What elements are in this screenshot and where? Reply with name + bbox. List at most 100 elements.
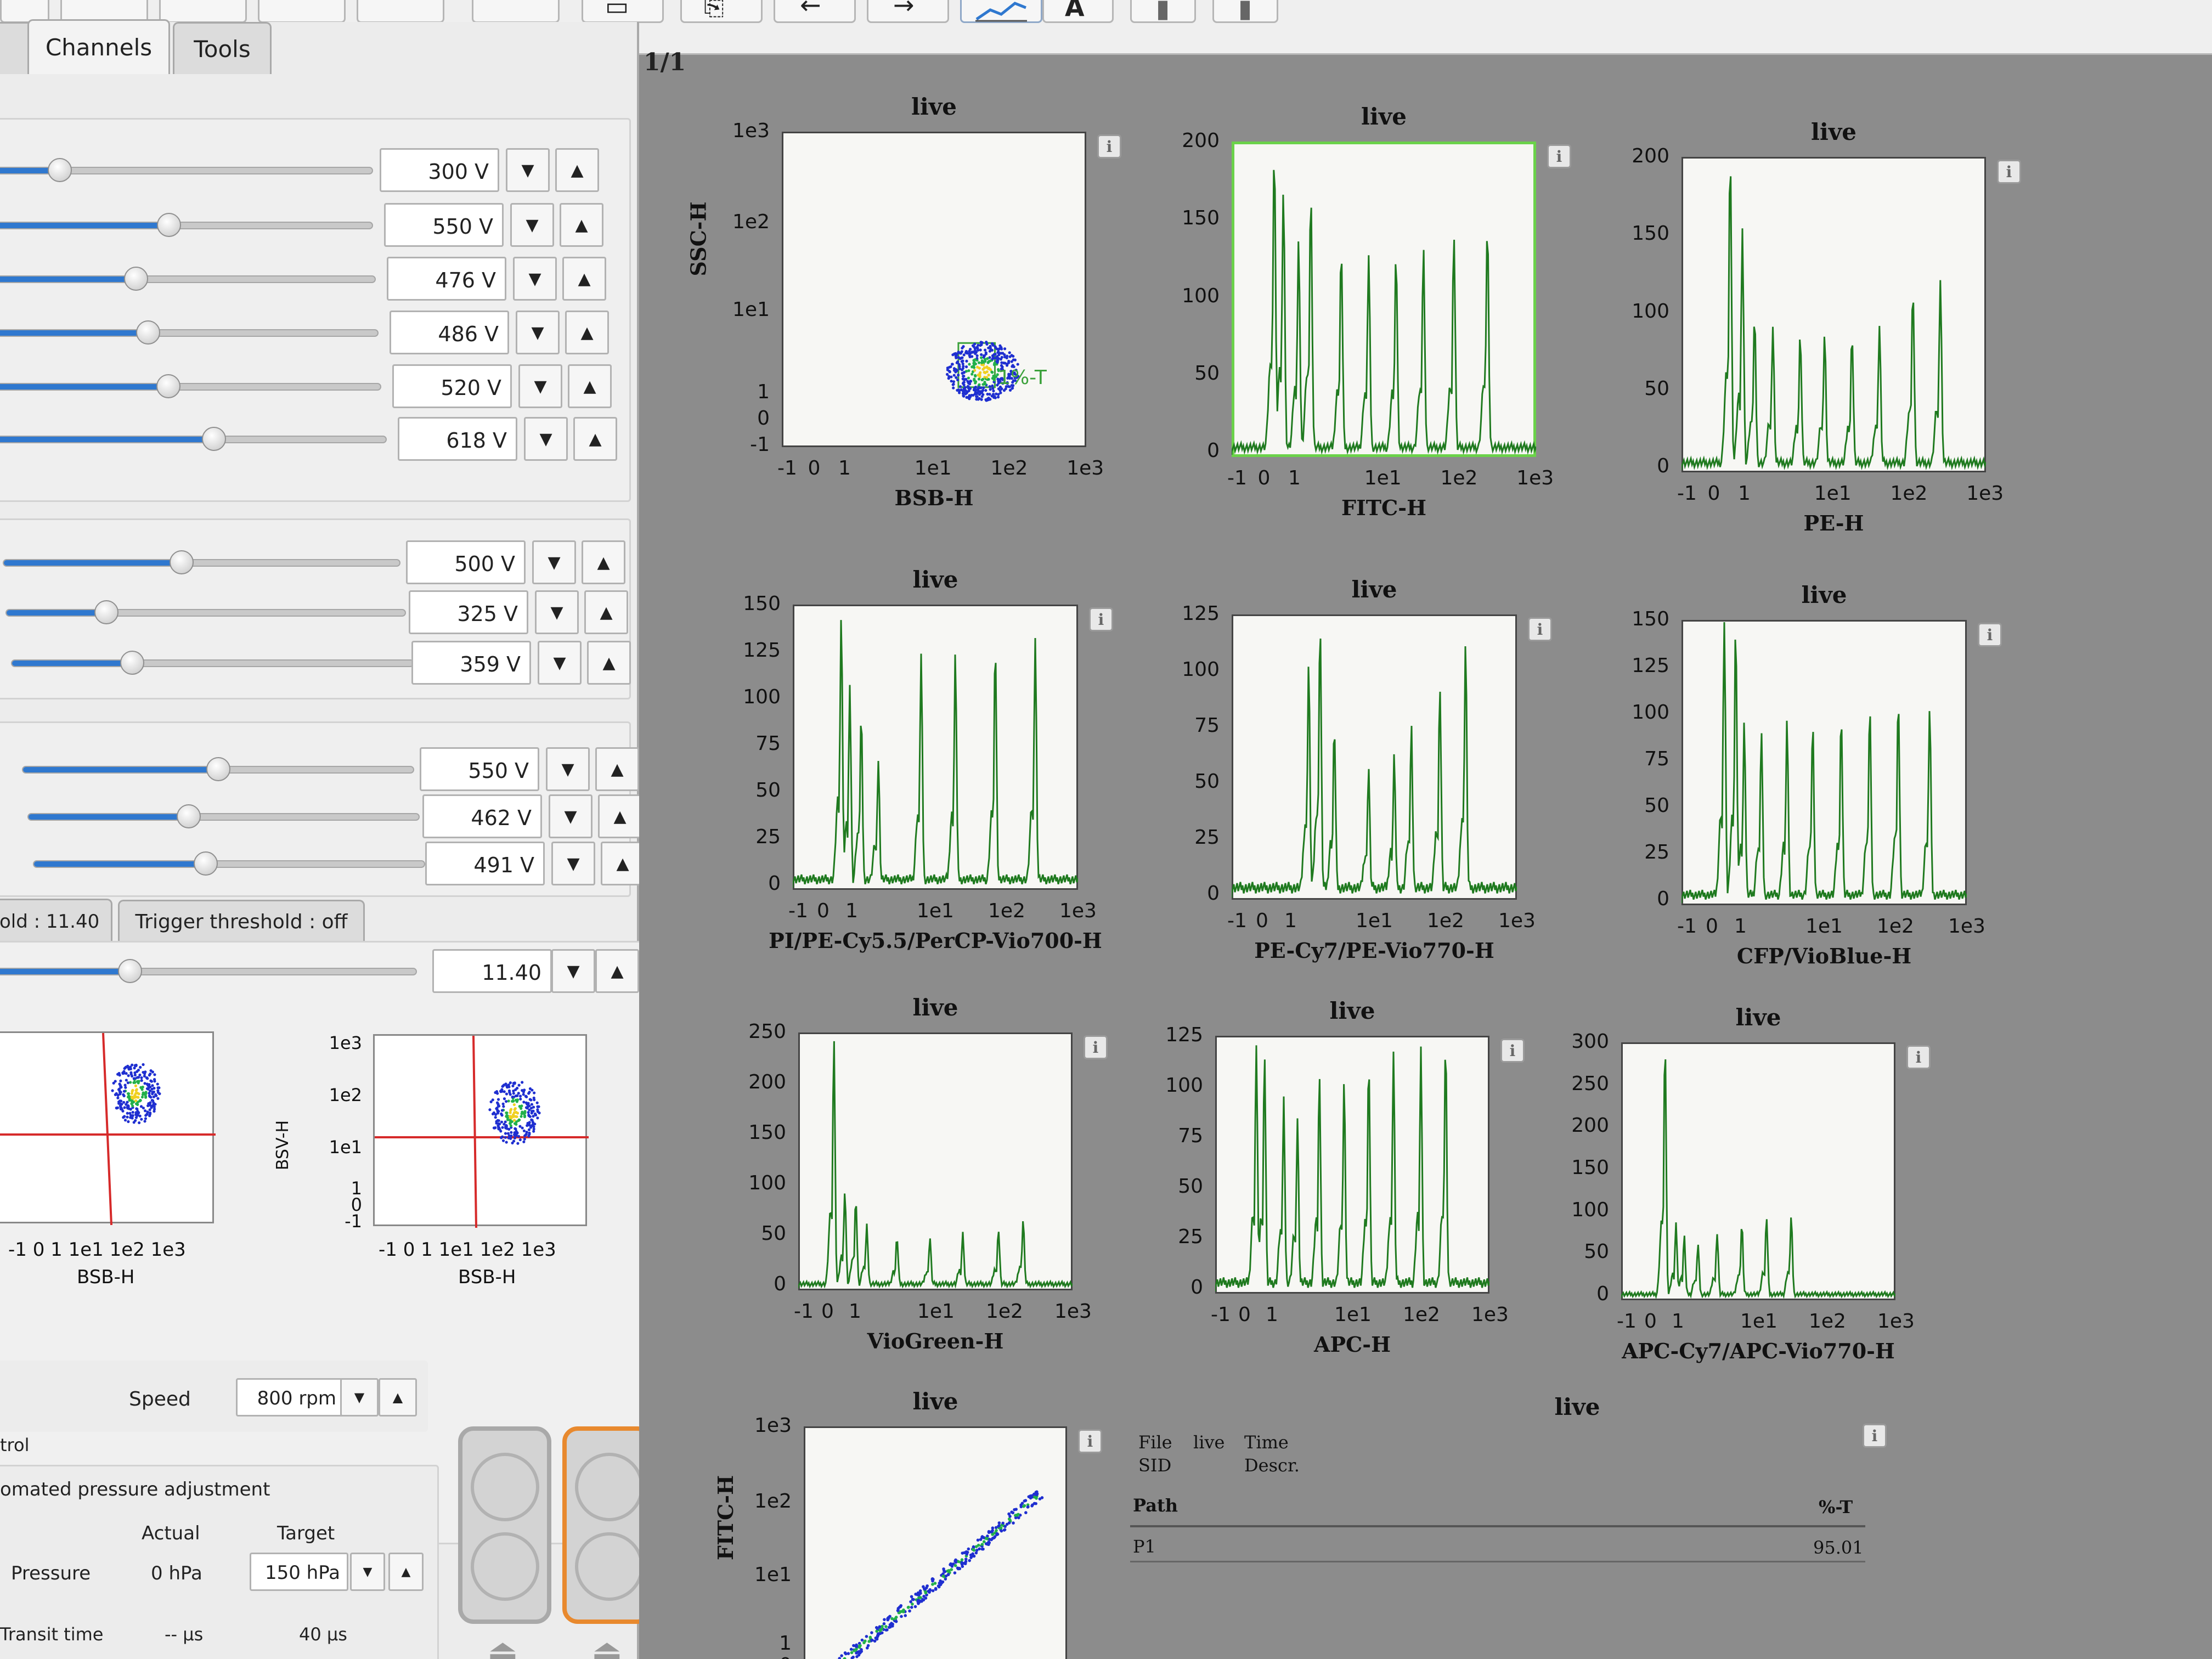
- voltage-slider-handle[interactable]: [94, 600, 119, 624]
- voltage-slider-handle[interactable]: [193, 851, 218, 876]
- voltage-value[interactable]: 618 V: [398, 417, 517, 461]
- voltage-increase-button[interactable]: ▲: [584, 590, 628, 634]
- plot-info-icon[interactable]: i: [1906, 1045, 1931, 1069]
- voltage-slider[interactable]: [27, 804, 420, 828]
- voltage-value[interactable]: 476 V: [387, 257, 506, 301]
- plot-info-icon[interactable]: i: [1078, 1429, 1102, 1453]
- speed-value[interactable]: 800 rpm: [236, 1378, 346, 1417]
- voltage-slider[interactable]: [0, 320, 379, 345]
- voltage-decrease-button[interactable]: ▼: [538, 641, 582, 685]
- threshold-decrease-button[interactable]: ▼: [551, 949, 595, 993]
- back-icon-button[interactable]: ←: [774, 0, 856, 23]
- voltage-value[interactable]: 500 V: [406, 540, 526, 584]
- plot-info-icon[interactable]: i: [1528, 617, 1552, 641]
- voltage-increase-button[interactable]: ▲: [587, 641, 631, 685]
- voltage-decrease-button[interactable]: ▼: [510, 203, 554, 247]
- voltage-increase-button[interactable]: ▲: [595, 747, 639, 791]
- mini-plot-1[interactable]: [0, 1031, 216, 1226]
- plot-info-icon[interactable]: i: [1084, 1035, 1108, 1059]
- voltage-decrease-button[interactable]: ▼: [546, 747, 590, 791]
- voltage-slider[interactable]: [3, 550, 400, 574]
- toolbar-button[interactable]: [159, 0, 247, 23]
- toolbar-button[interactable]: [357, 0, 444, 23]
- voltage-increase-button[interactable]: ▲: [562, 257, 606, 301]
- voltage-decrease-button[interactable]: ▼: [535, 590, 579, 634]
- tab-threshold[interactable]: old : 11.40: [0, 899, 112, 943]
- voltage-slider[interactable]: [0, 374, 381, 398]
- voltage-slider-handle[interactable]: [120, 651, 145, 675]
- export-icon-button[interactable]: ⎘: [680, 0, 763, 23]
- speed-decrease-button[interactable]: ▼: [340, 1378, 379, 1417]
- voltage-value[interactable]: 550 V: [384, 203, 504, 247]
- voltage-value[interactable]: 359 V: [411, 641, 531, 685]
- plot-info-icon[interactable]: i: [1997, 160, 2021, 184]
- voltage-increase-button[interactable]: ▲: [573, 417, 617, 461]
- voltage-slider-handle[interactable]: [136, 320, 161, 345]
- voltage-decrease-button[interactable]: ▼: [516, 311, 560, 354]
- pressure-decrease-button[interactable]: ▼: [350, 1553, 385, 1591]
- voltage-decrease-button[interactable]: ▼: [532, 540, 576, 584]
- voltage-increase-button[interactable]: ▲: [568, 364, 612, 408]
- voltage-value[interactable]: 300 V: [380, 148, 499, 192]
- voltage-value[interactable]: 325 V: [409, 590, 528, 634]
- voltage-decrease-button[interactable]: ▼: [518, 364, 562, 408]
- voltage-slider-handle[interactable]: [202, 427, 227, 451]
- plot-info-icon[interactable]: i: [1097, 134, 1121, 159]
- toolbar-button[interactable]: [258, 0, 346, 23]
- voltage-increase-button[interactable]: ▲: [555, 148, 599, 192]
- voltage-value[interactable]: 462 V: [422, 794, 542, 838]
- tube-icon-button[interactable]: ▮: [1130, 0, 1196, 23]
- pressure-target-input[interactable]: 150 hPa: [250, 1553, 348, 1591]
- threshold-increase-button[interactable]: ▲: [595, 949, 639, 993]
- voltage-slider[interactable]: [0, 427, 387, 451]
- voltage-increase-button[interactable]: ▲: [598, 794, 642, 838]
- toolbar-button[interactable]: [472, 0, 560, 23]
- voltage-increase-button[interactable]: ▲: [601, 842, 645, 885]
- voltage-decrease-button[interactable]: ▼: [551, 842, 595, 885]
- voltage-decrease-button[interactable]: ▼: [513, 257, 557, 301]
- forward-icon-button[interactable]: →: [867, 0, 949, 23]
- save-icon-button[interactable]: ▭: [582, 0, 664, 23]
- voltage-increase-button[interactable]: ▲: [560, 203, 603, 247]
- voltage-slider-handle[interactable]: [123, 267, 148, 291]
- voltage-increase-button[interactable]: ▲: [565, 311, 609, 354]
- threshold-value[interactable]: 11.40: [432, 949, 552, 993]
- voltage-slider-handle[interactable]: [156, 374, 181, 398]
- voltage-slider[interactable]: [33, 851, 425, 876]
- threshold-slider[interactable]: [0, 959, 417, 983]
- stats-info-button[interactable]: i: [1863, 1424, 1887, 1448]
- pressure-increase-button[interactable]: ▲: [388, 1553, 424, 1591]
- voltage-value[interactable]: 550 V: [420, 747, 539, 791]
- mini-plot-2[interactable]: [373, 1034, 589, 1228]
- voltage-slider[interactable]: [11, 651, 414, 675]
- voltage-slider-handle[interactable]: [47, 158, 72, 182]
- rack-slot-1[interactable]: [458, 1426, 551, 1624]
- tab-trigger-threshold[interactable]: Trigger threshold : off: [118, 900, 365, 943]
- tab-channels[interactable]: Channels: [27, 19, 170, 74]
- voltage-slider-handle[interactable]: [156, 213, 181, 237]
- voltage-slider-handle[interactable]: [170, 550, 194, 574]
- eject-icon[interactable]: ⏏: [591, 1632, 623, 1659]
- plot-icon-button[interactable]: [960, 0, 1042, 23]
- voltage-decrease-button[interactable]: ▼: [524, 417, 568, 461]
- voltage-slider[interactable]: [0, 158, 373, 182]
- plot-info-icon[interactable]: i: [1089, 607, 1113, 631]
- voltage-increase-button[interactable]: ▲: [582, 540, 625, 584]
- voltage-slider[interactable]: [5, 600, 406, 624]
- voltage-slider-handle[interactable]: [176, 804, 201, 828]
- voltage-value[interactable]: 486 V: [390, 311, 509, 354]
- voltage-slider[interactable]: [22, 757, 414, 781]
- plot-info-icon[interactable]: i: [1978, 623, 2002, 647]
- plot-info-icon[interactable]: i: [1547, 144, 1571, 168]
- voltage-decrease-button[interactable]: ▼: [506, 148, 550, 192]
- voltage-slider[interactable]: [0, 267, 376, 291]
- voltage-slider[interactable]: [0, 213, 373, 237]
- threshold-slider-handle[interactable]: [118, 959, 143, 983]
- voltage-decrease-button[interactable]: ▼: [549, 794, 592, 838]
- plot-info-icon[interactable]: i: [1500, 1039, 1525, 1063]
- voltage-value[interactable]: 491 V: [425, 842, 545, 885]
- tool-icon-button[interactable]: A: [1042, 0, 1114, 23]
- voltage-slider-handle[interactable]: [206, 757, 230, 781]
- speed-increase-button[interactable]: ▲: [379, 1378, 417, 1417]
- tab-tools[interactable]: Tools: [173, 22, 272, 74]
